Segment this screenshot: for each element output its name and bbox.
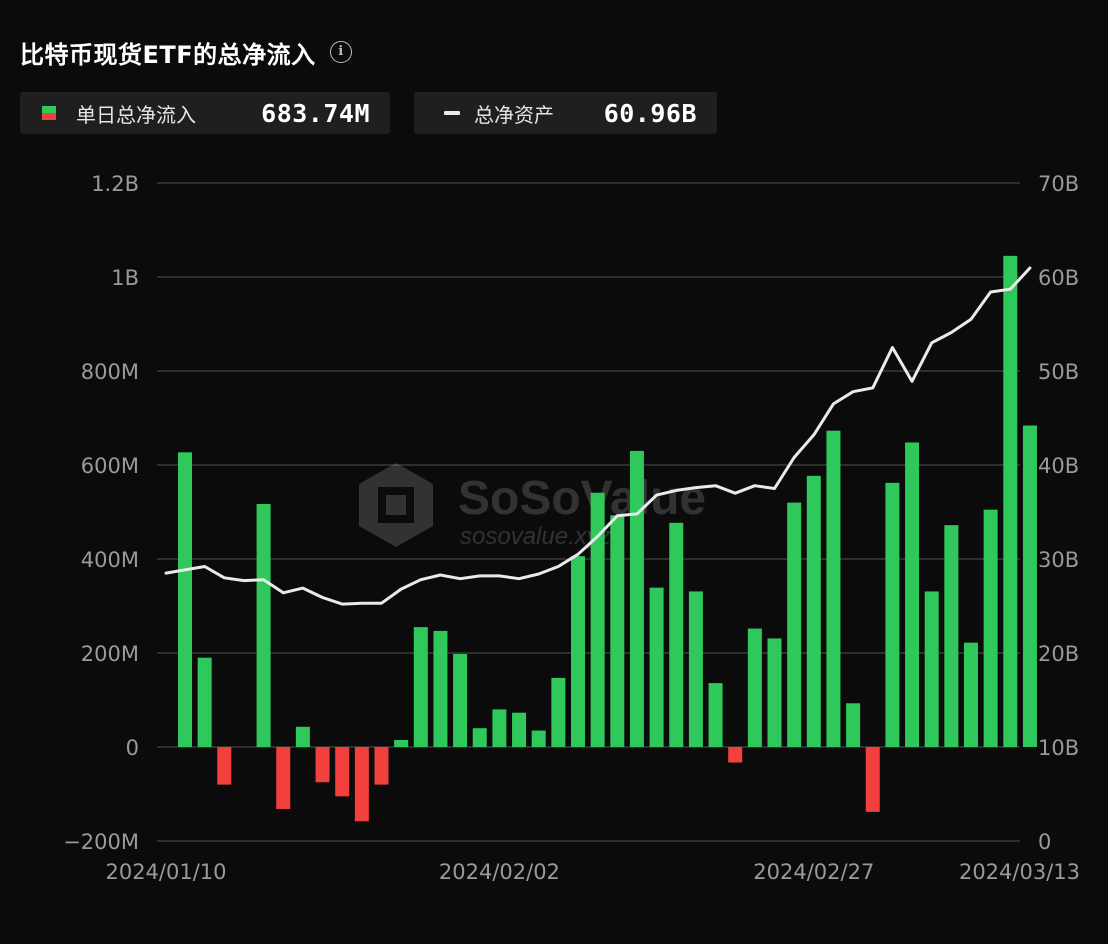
right-tick-label: 40B: [1038, 454, 1079, 478]
bar: [197, 657, 212, 747]
bar: [374, 747, 389, 785]
bar: [217, 747, 232, 785]
bar: [531, 730, 546, 747]
right-axis-ticks: 0 10B 20B 30B 40B 50B 60B 70B: [1038, 172, 1079, 854]
bar: [1003, 255, 1018, 747]
left-tick-label: 0: [126, 736, 139, 760]
left-tick-label: −200M: [63, 830, 139, 854]
left-tick-label: 1.2B: [91, 172, 139, 196]
bar: [787, 502, 802, 747]
left-tick-label: 200M: [81, 642, 139, 666]
x-tick-label: 2024/01/10: [105, 860, 226, 884]
bar: [767, 638, 782, 747]
right-tick-label: 30B: [1038, 548, 1079, 572]
bar: [728, 747, 743, 763]
bar: [610, 515, 625, 747]
chart-area: SoSoValue sosovalue.xyz −200M 0 200M 400M 60…: [63, 172, 1080, 884]
right-tick-label: 60B: [1038, 266, 1079, 290]
bar: [492, 709, 507, 747]
bar: [846, 703, 861, 747]
bar: [571, 556, 585, 747]
bar: [905, 442, 920, 747]
bar: [806, 475, 821, 747]
x-tick-label: 2024/02/02: [439, 860, 560, 884]
bar: [413, 627, 428, 747]
x-tick-label: 2024/02/27: [753, 860, 874, 884]
bar: [315, 747, 330, 783]
x-axis-ticks: 2024/01/10 2024/02/02 2024/02/27 2024/03/13: [105, 860, 1080, 884]
bar: [551, 677, 566, 747]
bar: [276, 747, 291, 810]
left-tick-label: 800M: [81, 360, 139, 384]
bar: [472, 728, 487, 747]
bar: [688, 591, 703, 747]
bar: [708, 683, 723, 747]
bar: [354, 747, 369, 822]
watermark: SoSoValue sosovalue.xyz: [359, 463, 706, 550]
bar: [747, 628, 762, 747]
bar: [453, 653, 468, 747]
right-tick-label: 70B: [1038, 172, 1079, 196]
right-tick-label: 0: [1038, 830, 1051, 854]
bar: [649, 587, 664, 747]
right-tick-label: 10B: [1038, 736, 1079, 760]
right-tick-label: 50B: [1038, 360, 1079, 384]
bar: [512, 712, 527, 747]
left-tick-label: 1B: [111, 266, 139, 290]
bar: [629, 450, 644, 747]
x-tick-label: 2024/03/13: [959, 860, 1080, 884]
bar: [669, 522, 684, 747]
bar: [394, 739, 409, 747]
left-tick-label: 600M: [81, 454, 139, 478]
left-axis-ticks: −200M 0 200M 400M 600M 800M 1B 1.2B: [63, 172, 139, 854]
bar: [256, 504, 271, 747]
bar: [826, 430, 841, 747]
bar: [885, 482, 900, 747]
bars: [178, 255, 1037, 822]
bar: [924, 591, 939, 747]
sosovalue-logo-icon: [359, 463, 433, 547]
bar: [865, 747, 880, 812]
bar: [433, 630, 448, 747]
bar: [1022, 425, 1037, 747]
watermark-brand: SoSoValue: [458, 472, 706, 525]
bar: [983, 509, 998, 747]
left-tick-label: 400M: [81, 548, 139, 572]
bar: [944, 525, 959, 747]
bar: [964, 642, 978, 747]
right-tick-label: 20B: [1038, 642, 1079, 666]
bar: [178, 452, 192, 747]
bar: [335, 747, 350, 797]
bar: [295, 726, 310, 747]
